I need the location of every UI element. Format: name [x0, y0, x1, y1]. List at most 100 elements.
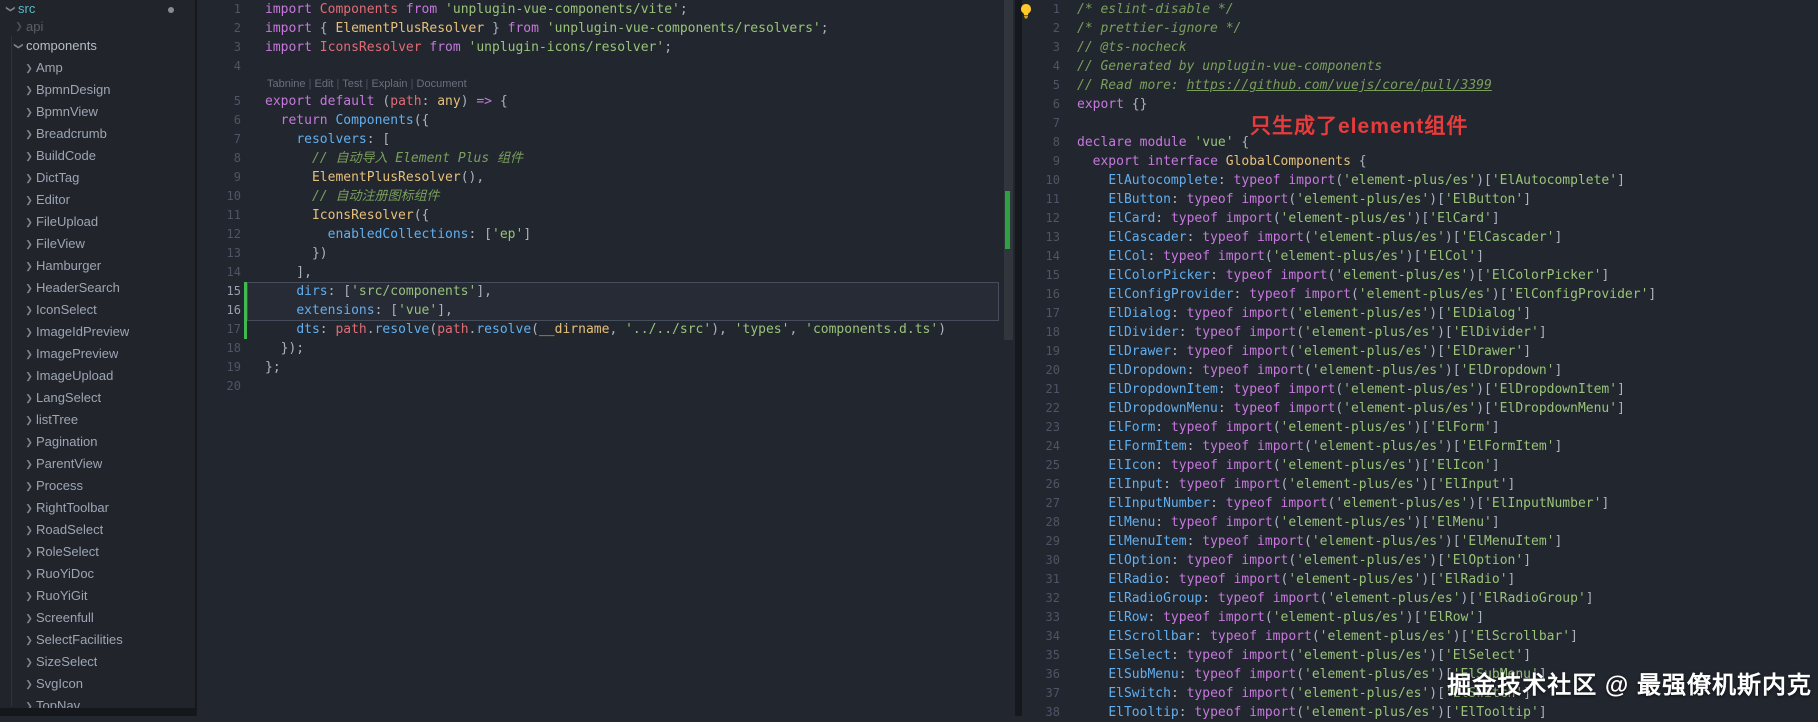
- sidebar-item-ruoyidoc[interactable]: ❯RuoYiDoc: [0, 563, 195, 585]
- code-line[interactable]: 16 ElConfigProvider: typeof import('elem…: [1022, 285, 1818, 304]
- sidebar-item-sizeselect[interactable]: ❯SizeSelect: [0, 651, 195, 673]
- sidebar-item-imageidpreview[interactable]: ❯ImageIdPreview: [0, 321, 195, 343]
- code-line[interactable]: 14 ],: [197, 263, 1015, 282]
- scrollbar-thumb[interactable]: [1004, 0, 1013, 340]
- codelens-document[interactable]: Document: [417, 78, 467, 90]
- code-line[interactable]: 30 ElOption: typeof import('element-plus…: [1022, 551, 1818, 570]
- sidebar-item-amp[interactable]: ❯Amp: [0, 57, 195, 79]
- code-line[interactable]: 19};: [197, 358, 1015, 377]
- code-line[interactable]: 5export default (path: any) => {: [197, 92, 1015, 111]
- code-line[interactable]: 27 ElInputNumber: typeof import('element…: [1022, 494, 1818, 513]
- code-line[interactable]: 16 extensions: ['vue'],: [197, 301, 1015, 320]
- sidebar-item-bpmnview[interactable]: ❯BpmnView: [0, 101, 195, 123]
- sidebar-folder-api[interactable]: ❯ api: [0, 18, 195, 35]
- sidebar-item-righttoolbar[interactable]: ❯RightToolbar: [0, 497, 195, 519]
- code-line[interactable]: 11 IconsResolver({: [197, 206, 1015, 225]
- sidebar-item-editor[interactable]: ❯Editor: [0, 189, 195, 211]
- code-line[interactable]: 15 ElColorPicker: typeof import('element…: [1022, 266, 1818, 285]
- code-line[interactable]: 6 return Components({: [197, 111, 1015, 130]
- code-line[interactable]: 2/* prettier-ignore */: [1022, 19, 1818, 38]
- code-line[interactable]: 17 ElDialog: typeof import('element-plus…: [1022, 304, 1818, 323]
- sidebar-item-breadcrumb[interactable]: ❯Breadcrumb: [0, 123, 195, 145]
- code-line[interactable]: 28 ElMenu: typeof import('element-plus/e…: [1022, 513, 1818, 532]
- token: 'ElRadio': [1437, 572, 1507, 587]
- sidebar-item-roadselect[interactable]: ❯RoadSelect: [0, 519, 195, 541]
- vertical-scrollbar[interactable]: [1002, 0, 1015, 716]
- sidebar-item-fileupload[interactable]: ❯FileUpload: [0, 211, 195, 233]
- sidebar-item-bpmndesign[interactable]: ❯BpmnDesign: [0, 79, 195, 101]
- sidebar-item-imagepreview[interactable]: ❯ImagePreview: [0, 343, 195, 365]
- sidebar-item-svgicon[interactable]: ❯SvgIcon: [0, 673, 195, 695]
- code-line[interactable]: 31 ElRadio: typeof import('element-plus/…: [1022, 570, 1818, 589]
- editor-components-dts[interactable]: 1/* eslint-disable */2/* prettier-ignore…: [1022, 0, 1818, 716]
- code-line[interactable]: 3import IconsResolver from 'unplugin-ico…: [197, 38, 1015, 57]
- codelens-tabnine[interactable]: Tabnine: [267, 78, 306, 90]
- code-line[interactable]: 20: [197, 377, 1015, 396]
- codelens-edit[interactable]: Edit: [315, 78, 334, 90]
- sidebar-item-buildcode[interactable]: ❯BuildCode: [0, 145, 195, 167]
- sidebar-item-langselect[interactable]: ❯LangSelect: [0, 387, 195, 409]
- code-line[interactable]: 18 });: [197, 339, 1015, 358]
- code-line[interactable]: 7 resolvers: [: [197, 130, 1015, 149]
- sidebar-item-parentview[interactable]: ❯ParentView: [0, 453, 195, 475]
- code-line[interactable]: 13 ElCascader: typeof import('element-pl…: [1022, 228, 1818, 247]
- code-line[interactable]: 9 ElementPlusResolver(),: [197, 168, 1015, 187]
- sidebar-scrollbar[interactable]: [0, 708, 195, 716]
- code-line[interactable]: 33 ElRow: typeof import('element-plus/es…: [1022, 608, 1818, 627]
- sidebar-item-dicttag[interactable]: ❯DictTag: [0, 167, 195, 189]
- sidebar-item-imageupload[interactable]: ❯ImageUpload: [0, 365, 195, 387]
- sidebar-item-process[interactable]: ❯Process: [0, 475, 195, 497]
- sidebar-item-pagination[interactable]: ❯Pagination: [0, 431, 195, 453]
- code-line[interactable]: 2import { ElementPlusResolver } from 'un…: [197, 19, 1015, 38]
- code-line[interactable]: 4// Generated by unplugin-vue-components: [1022, 57, 1818, 76]
- code-line[interactable]: 29 ElMenuItem: typeof import('element-pl…: [1022, 532, 1818, 551]
- code-line[interactable]: 11 ElButton: typeof import('element-plus…: [1022, 190, 1818, 209]
- sidebar-item-hamburger[interactable]: ❯Hamburger: [0, 255, 195, 277]
- code-line[interactable]: 34 ElScrollbar: typeof import('element-p…: [1022, 627, 1818, 646]
- code-line[interactable]: 4: [197, 57, 1015, 76]
- code-line[interactable]: 13 }): [197, 244, 1015, 263]
- token: typeof: [1171, 420, 1226, 435]
- code-line[interactable]: 1import Components from 'unplugin-vue-co…: [197, 0, 1015, 19]
- code-line[interactable]: 5// Read more: https://github.com/vuejs/…: [1022, 76, 1818, 95]
- code-line[interactable]: 15 dirs: ['src/components'],: [197, 282, 1015, 301]
- code-line[interactable]: 17 dts: path.resolve(path.resolve(__dirn…: [197, 320, 1015, 339]
- code-line[interactable]: 1/* eslint-disable */: [1022, 0, 1818, 19]
- code-line[interactable]: 21 ElDropdownItem: typeof import('elemen…: [1022, 380, 1818, 399]
- sidebar-item-selectfacilities[interactable]: ❯SelectFacilities: [0, 629, 195, 651]
- sidebar-item-listtree[interactable]: ❯listTree: [0, 409, 195, 431]
- code-line[interactable]: 19 ElDrawer: typeof import('element-plus…: [1022, 342, 1818, 361]
- code-line[interactable]: 23 ElForm: typeof import('element-plus/e…: [1022, 418, 1818, 437]
- code-line[interactable]: 32 ElRadioGroup: typeof import('element-…: [1022, 589, 1818, 608]
- code-line[interactable]: 3// @ts-nocheck: [1022, 38, 1818, 57]
- lightbulb-icon[interactable]: [1018, 3, 1034, 19]
- code-line[interactable]: 10 // 自动注册图标组件: [197, 187, 1015, 206]
- code-line[interactable]: 38 ElTooltip: typeof import('element-plu…: [1022, 703, 1818, 722]
- code-line[interactable]: 14 ElCol: typeof import('element-plus/es…: [1022, 247, 1818, 266]
- code-line[interactable]: 18 ElDivider: typeof import('element-plu…: [1022, 323, 1818, 342]
- codelens-test[interactable]: Test: [342, 78, 362, 90]
- code-line[interactable]: 20 ElDropdown: typeof import('element-pl…: [1022, 361, 1818, 380]
- sidebar-item-iconselect[interactable]: ❯IconSelect: [0, 299, 195, 321]
- code-line[interactable]: 25 ElIcon: typeof import('element-plus/e…: [1022, 456, 1818, 475]
- sidebar-item-ruoyigit[interactable]: ❯RuoYiGit: [0, 585, 195, 607]
- sidebar-item-screenfull[interactable]: ❯Screenfull: [0, 607, 195, 629]
- line-number: 6: [197, 111, 241, 130]
- editor-vite-config[interactable]: 1import Components from 'unplugin-vue-co…: [197, 0, 1015, 716]
- code-line[interactable]: 24 ElFormItem: typeof import('element-pl…: [1022, 437, 1818, 456]
- code-line[interactable]: 26 ElInput: typeof import('element-plus/…: [1022, 475, 1818, 494]
- code-line[interactable]: 8 // 自动导入 Element Plus 组件: [197, 149, 1015, 168]
- code-line[interactable]: 12 enabledCollections: ['ep']: [197, 225, 1015, 244]
- code-line[interactable]: 10 ElAutocomplete: typeof import('elemen…: [1022, 171, 1818, 190]
- sidebar-item-fileview[interactable]: ❯FileView: [0, 233, 195, 255]
- sidebar-folder-components[interactable]: ❯ components: [0, 35, 195, 57]
- code-line[interactable]: 9 export interface GlobalComponents {: [1022, 152, 1818, 171]
- editor-split-divider[interactable]: [1015, 0, 1022, 716]
- codelens-explain[interactable]: Explain: [371, 78, 407, 90]
- code-line[interactable]: 12 ElCard: typeof import('element-plus/e…: [1022, 209, 1818, 228]
- sidebar-item-roleselect[interactable]: ❯RoleSelect: [0, 541, 195, 563]
- code-line[interactable]: 35 ElSelect: typeof import('element-plus…: [1022, 646, 1818, 665]
- sidebar-item-headersearch[interactable]: ❯HeaderSearch: [0, 277, 195, 299]
- sidebar-folder-src[interactable]: ❯ src: [0, 0, 195, 18]
- code-line[interactable]: 22 ElDropdownMenu: typeof import('elemen…: [1022, 399, 1818, 418]
